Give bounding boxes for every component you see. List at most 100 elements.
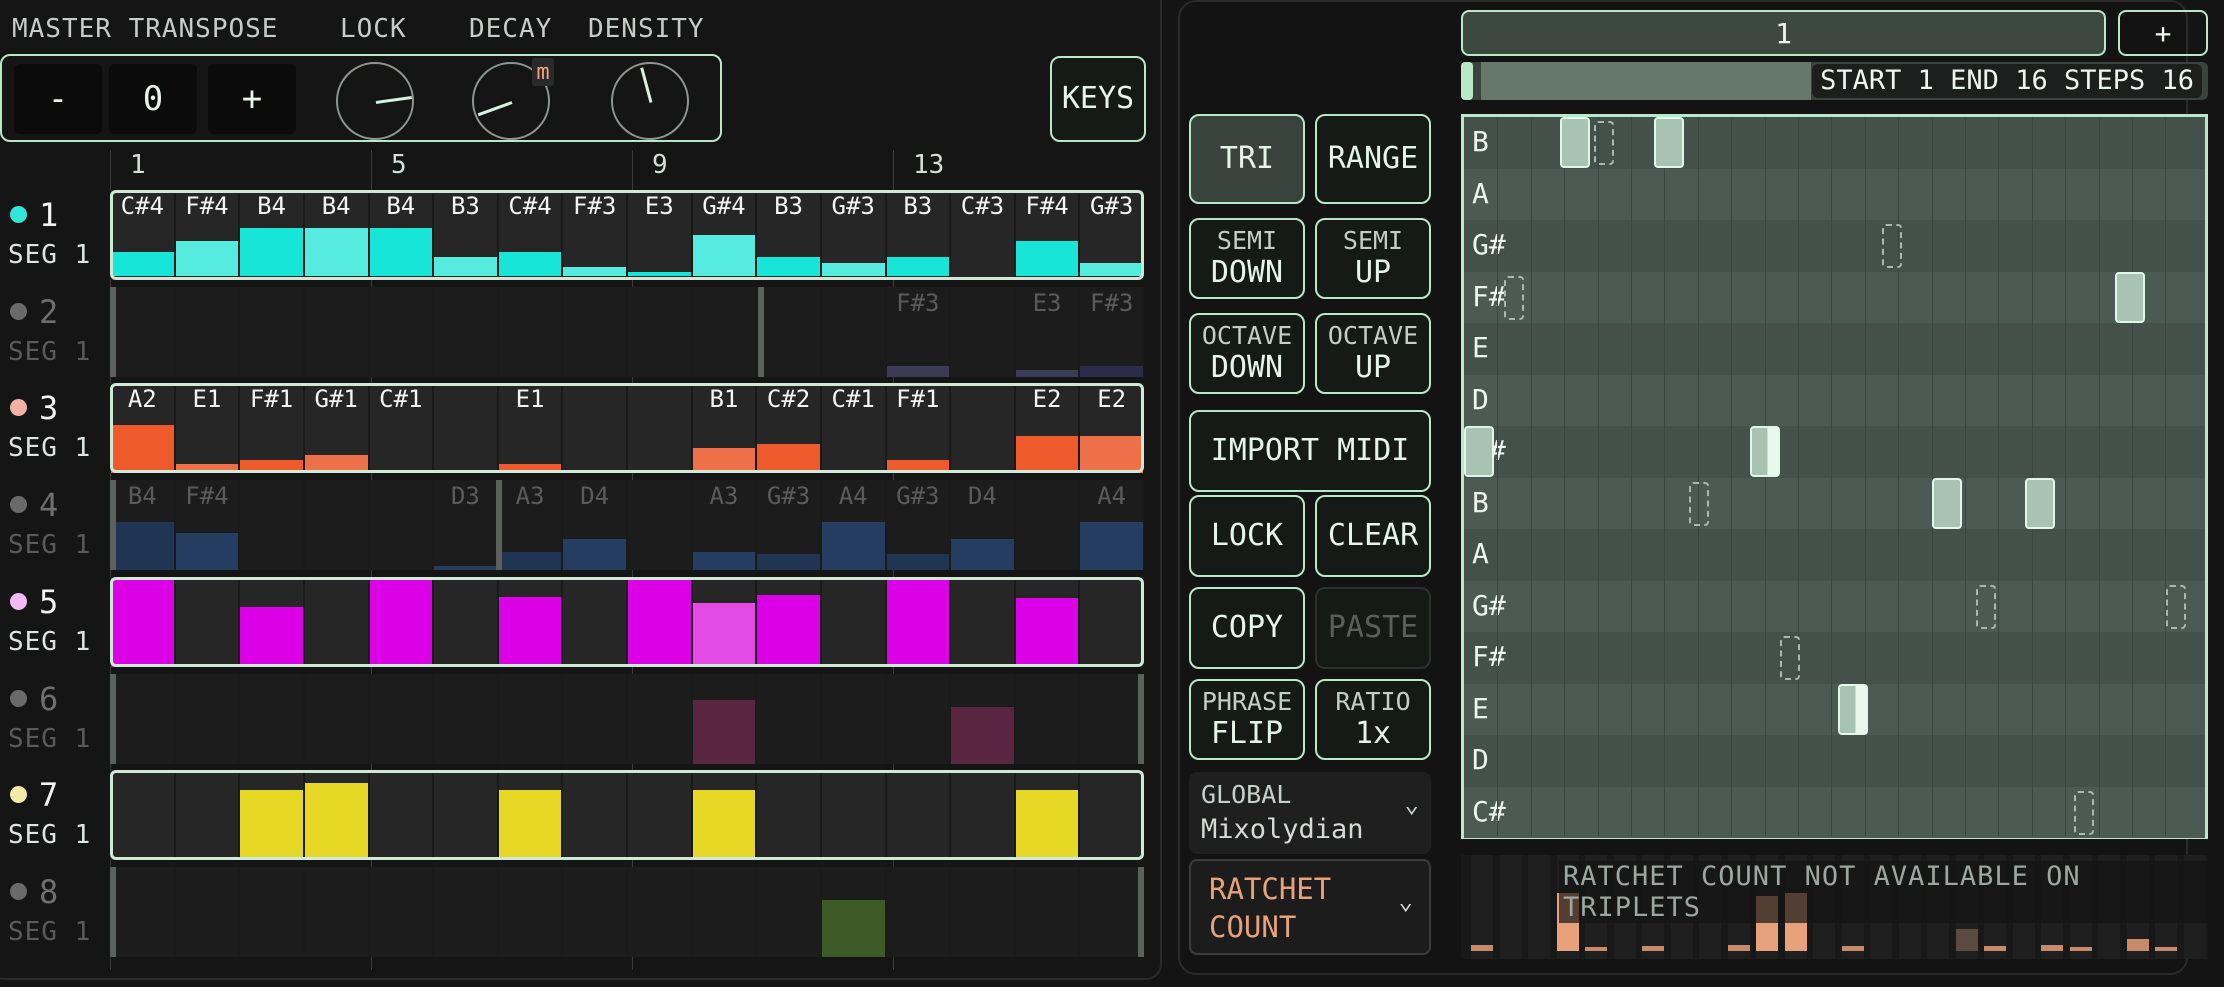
step-cell[interactable]: C#1: [369, 383, 433, 473]
step-cell[interactable]: E3: [628, 190, 691, 280]
piano-roll-note[interactable]: [2115, 271, 2145, 323]
step-cell[interactable]: [175, 287, 239, 377]
step-cell[interactable]: [369, 577, 433, 667]
ratchet-column[interactable]: [1528, 855, 1550, 959]
step-cell[interactable]: [369, 770, 433, 860]
step-cell[interactable]: A2: [111, 383, 174, 473]
step-cell[interactable]: [951, 867, 1014, 957]
piano-roll-row[interactable]: D: [1464, 735, 2205, 786]
step-cell[interactable]: [951, 674, 1014, 764]
piano-roll-row[interactable]: E: [1464, 683, 2205, 735]
loop-end-marker[interactable]: [1138, 867, 1144, 957]
transpose-up-button[interactable]: +: [208, 64, 296, 134]
step-cell[interactable]: B4: [111, 480, 174, 570]
track-segment-label[interactable]: SEG 1: [8, 627, 91, 657]
step-cell[interactable]: B1: [692, 383, 756, 473]
piano-roll-note[interactable]: [1932, 477, 1962, 529]
range-button[interactable]: RANGE: [1315, 114, 1431, 204]
track-number[interactable]: 7: [10, 776, 58, 814]
step-cell[interactable]: [1080, 770, 1143, 860]
step-cell[interactable]: [498, 770, 562, 860]
loop-end-marker[interactable]: [1138, 674, 1144, 764]
step-cell[interactable]: E2: [1015, 383, 1079, 473]
step-cell[interactable]: [886, 770, 950, 860]
step-cell[interactable]: B3: [434, 190, 497, 280]
step-cell[interactable]: [175, 577, 239, 667]
step-cell[interactable]: B4: [369, 190, 433, 280]
track-lane[interactable]: [110, 867, 1144, 957]
step-cell[interactable]: [821, 770, 885, 860]
step-cell[interactable]: [240, 867, 303, 957]
step-cell[interactable]: B3: [886, 190, 950, 280]
step-cell[interactable]: [628, 287, 691, 377]
step-cell[interactable]: G#3: [757, 480, 820, 570]
step-cell[interactable]: [563, 577, 626, 667]
step-cell[interactable]: [951, 383, 1014, 473]
lock-knob[interactable]: [336, 62, 414, 140]
step-cell[interactable]: A4: [821, 480, 885, 570]
track-lane[interactable]: C#4 F#4 B4 B4 B4 B3 C#4 F#3 E3 G#4 B3 G#3 B3 C#3 F#4 G#…: [110, 190, 1144, 280]
piano-roll-note[interactable]: [1654, 117, 1684, 168]
step-cell[interactable]: C#1: [821, 383, 885, 473]
step-cell[interactable]: [434, 674, 497, 764]
density-knob[interactable]: [611, 62, 689, 140]
step-cell[interactable]: F#4: [1015, 190, 1079, 280]
lock-button[interactable]: LOCK: [1189, 495, 1305, 577]
step-cell[interactable]: [369, 674, 433, 764]
step-cell[interactable]: [240, 674, 303, 764]
step-cell[interactable]: [111, 674, 174, 764]
track-lane[interactable]: [110, 577, 1144, 667]
track-segment-label[interactable]: SEG 1: [8, 240, 91, 270]
step-cell[interactable]: D3: [434, 480, 497, 570]
step-cell[interactable]: [498, 287, 562, 377]
step-cell[interactable]: [563, 287, 626, 377]
step-cell[interactable]: [628, 867, 691, 957]
step-cell[interactable]: [111, 287, 174, 377]
track-segment-label[interactable]: SEG 1: [8, 917, 91, 947]
step-cell[interactable]: G#3: [1080, 190, 1143, 280]
step-cell[interactable]: [757, 287, 820, 377]
step-cell[interactable]: A3: [692, 480, 756, 570]
step-cell[interactable]: G#1: [304, 383, 368, 473]
semi-up-button[interactable]: SEMI UP: [1315, 218, 1431, 299]
piano-roll-note[interactable]: [1838, 683, 1868, 735]
track-segment-label[interactable]: SEG 1: [8, 530, 91, 560]
ratchet-select[interactable]: RATCHET COUNT ⌄: [1189, 859, 1431, 955]
step-cell[interactable]: B3: [757, 190, 820, 280]
track-lane[interactable]: [110, 770, 1144, 860]
piano-roll-row[interactable]: A: [1464, 168, 2205, 220]
step-cell[interactable]: [563, 770, 626, 860]
step-cell[interactable]: [563, 383, 626, 473]
transpose-down-button[interactable]: -: [14, 64, 102, 134]
piano-roll-row[interactable]: F#: [1464, 632, 2205, 683]
step-cell[interactable]: F#1: [240, 383, 303, 473]
ratchet-column[interactable]: [1471, 855, 1493, 959]
track-number[interactable]: 8: [10, 873, 58, 911]
add-pattern-button[interactable]: +: [2118, 10, 2208, 56]
loop-start-marker[interactable]: [110, 867, 116, 957]
phrase-flip-button[interactable]: PHRASE FLIP: [1189, 679, 1305, 760]
step-cell[interactable]: F#4: [175, 480, 239, 570]
piano-roll-row[interactable]: B: [1464, 477, 2205, 529]
step-cell[interactable]: [1015, 867, 1079, 957]
step-cell[interactable]: [304, 577, 368, 667]
step-cell[interactable]: [951, 770, 1014, 860]
step-cell[interactable]: [628, 577, 691, 667]
step-cell[interactable]: G#3: [821, 190, 885, 280]
loop-start-marker[interactable]: [110, 480, 116, 570]
step-cell[interactable]: [240, 287, 303, 377]
piano-roll-note[interactable]: [1689, 481, 1709, 526]
scale-select[interactable]: GLOBAL Mixolydian ⌄: [1189, 772, 1431, 854]
piano-roll-note[interactable]: [1504, 275, 1524, 320]
track-number[interactable]: 5: [10, 583, 58, 621]
step-cell[interactable]: [886, 674, 950, 764]
tri-button[interactable]: TRI: [1189, 114, 1305, 204]
step-cell[interactable]: [563, 867, 626, 957]
piano-roll-note[interactable]: [2025, 477, 2055, 529]
step-cell[interactable]: [692, 674, 756, 764]
step-cell[interactable]: [369, 867, 433, 957]
step-cell[interactable]: [886, 577, 950, 667]
step-cell[interactable]: C#2: [757, 383, 820, 473]
track-segment-label[interactable]: SEG 1: [8, 820, 91, 850]
step-cell[interactable]: [821, 287, 885, 377]
